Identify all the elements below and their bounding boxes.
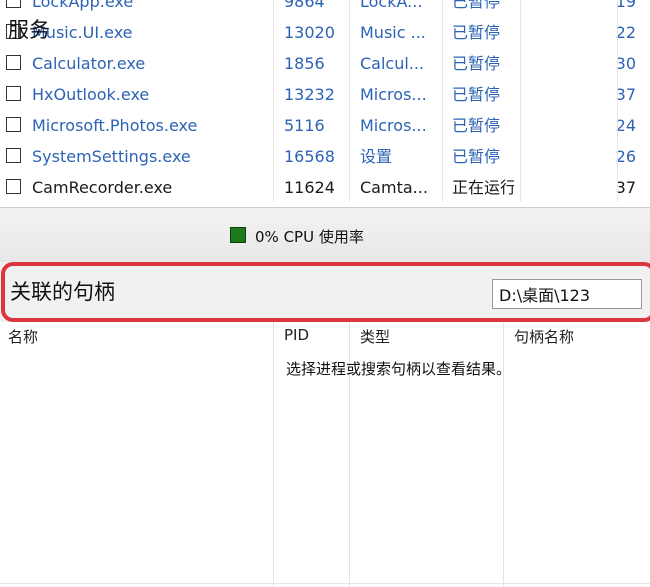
- process-count: 37: [615, 178, 636, 197]
- process-count: 22: [615, 23, 636, 42]
- bottom-divider: [0, 583, 650, 584]
- process-pid: 11624: [284, 178, 335, 197]
- process-row[interactable]: Calculator.exe 1856 Calcul... 已暂停 30: [0, 48, 650, 79]
- column-divider: [273, 0, 274, 202]
- process-row[interactable]: LockApp.exe 9864 LockA... 已暂停 19: [0, 0, 650, 17]
- process-status: 已暂停: [452, 54, 501, 73]
- column-header-name[interactable]: 名称: [8, 326, 38, 347]
- column-divider: [520, 0, 521, 202]
- process-pid: 13232: [284, 85, 335, 104]
- process-status: 已暂停: [452, 0, 501, 11]
- process-name: LockApp.exe: [32, 0, 134, 11]
- process-description: Camta...: [360, 178, 428, 197]
- column-divider: [349, 0, 350, 202]
- checkbox-icon[interactable]: [6, 148, 21, 163]
- process-table: LockApp.exe 9864 LockA... 已暂停 19 Music.UI.exe…: [0, 0, 650, 202]
- process-name: HxOutlook.exe: [32, 85, 150, 104]
- process-status: 正在运行: [452, 178, 514, 197]
- cpu-usage-square-icon: [230, 227, 246, 243]
- process-pid: 13020: [284, 23, 335, 42]
- checkbox-icon[interactable]: [6, 86, 21, 101]
- process-description: Micros...: [360, 85, 427, 104]
- process-name: Calculator.exe: [32, 54, 146, 73]
- cpu-usage-text: 0% CPU 使用率: [255, 228, 364, 246]
- process-status: 已暂停: [452, 23, 501, 42]
- process-description: LockA...: [360, 0, 423, 11]
- process-row[interactable]: CamRecorder.exe 11624 Camta... 正在运行 37: [0, 172, 650, 202]
- process-count: 19: [615, 0, 636, 11]
- process-table-body: LockApp.exe 9864 LockA... 已暂停 19 Music.UI.exe…: [0, 0, 650, 202]
- services-title[interactable]: 服务: [8, 14, 50, 44]
- process-row[interactable]: Microsoft.Photos.exe 5116 Micros... 已暂停 24: [0, 110, 650, 141]
- process-row[interactable]: HxOutlook.exe 13232 Micros... 已暂停 37: [0, 79, 650, 110]
- handles-title: 关联的句柄: [10, 280, 115, 304]
- process-row[interactable]: SystemSettings.exe 16568 设置 已暂停 26: [0, 141, 650, 172]
- checkbox-icon[interactable]: [6, 55, 21, 70]
- process-status: 已暂停: [452, 116, 501, 135]
- process-description: 设置: [360, 147, 393, 166]
- column-divider: [617, 0, 618, 202]
- column-header-handle-name[interactable]: 句柄名称: [514, 326, 574, 347]
- process-name: SystemSettings.exe: [32, 147, 191, 166]
- handle-search-input[interactable]: [492, 279, 642, 309]
- checkbox-icon[interactable]: [6, 117, 21, 132]
- process-name: Microsoft.Photos.exe: [32, 116, 198, 135]
- process-status: 已暂停: [452, 147, 501, 166]
- process-count: 24: [615, 116, 636, 135]
- column-divider: [442, 0, 443, 202]
- process-count: 30: [615, 54, 636, 73]
- empty-results-message: 选择进程或搜索句柄以查看结果。: [286, 360, 512, 378]
- process-name: CamRecorder.exe: [32, 178, 173, 197]
- column-divider: [273, 322, 274, 587]
- process-description: Calcul...: [360, 54, 425, 73]
- process-count: 37: [615, 85, 636, 104]
- process-name: Music.UI.exe: [32, 23, 133, 42]
- process-status: 已暂停: [452, 85, 501, 104]
- process-pid: 5116: [284, 116, 325, 135]
- process-pid: 9864: [284, 0, 325, 11]
- checkbox-icon[interactable]: [6, 179, 21, 194]
- process-row[interactable]: Music.UI.exe 13020 Music ... 已暂停 22: [0, 17, 650, 48]
- process-description: Micros...: [360, 116, 427, 135]
- checkbox-icon[interactable]: [6, 0, 21, 8]
- process-pid: 1856: [284, 54, 325, 73]
- column-header-type[interactable]: 类型: [360, 326, 390, 347]
- process-pid: 16568: [284, 147, 335, 166]
- process-count: 26: [615, 147, 636, 166]
- process-description: Music ...: [360, 23, 426, 42]
- column-header-pid[interactable]: PID: [284, 326, 309, 344]
